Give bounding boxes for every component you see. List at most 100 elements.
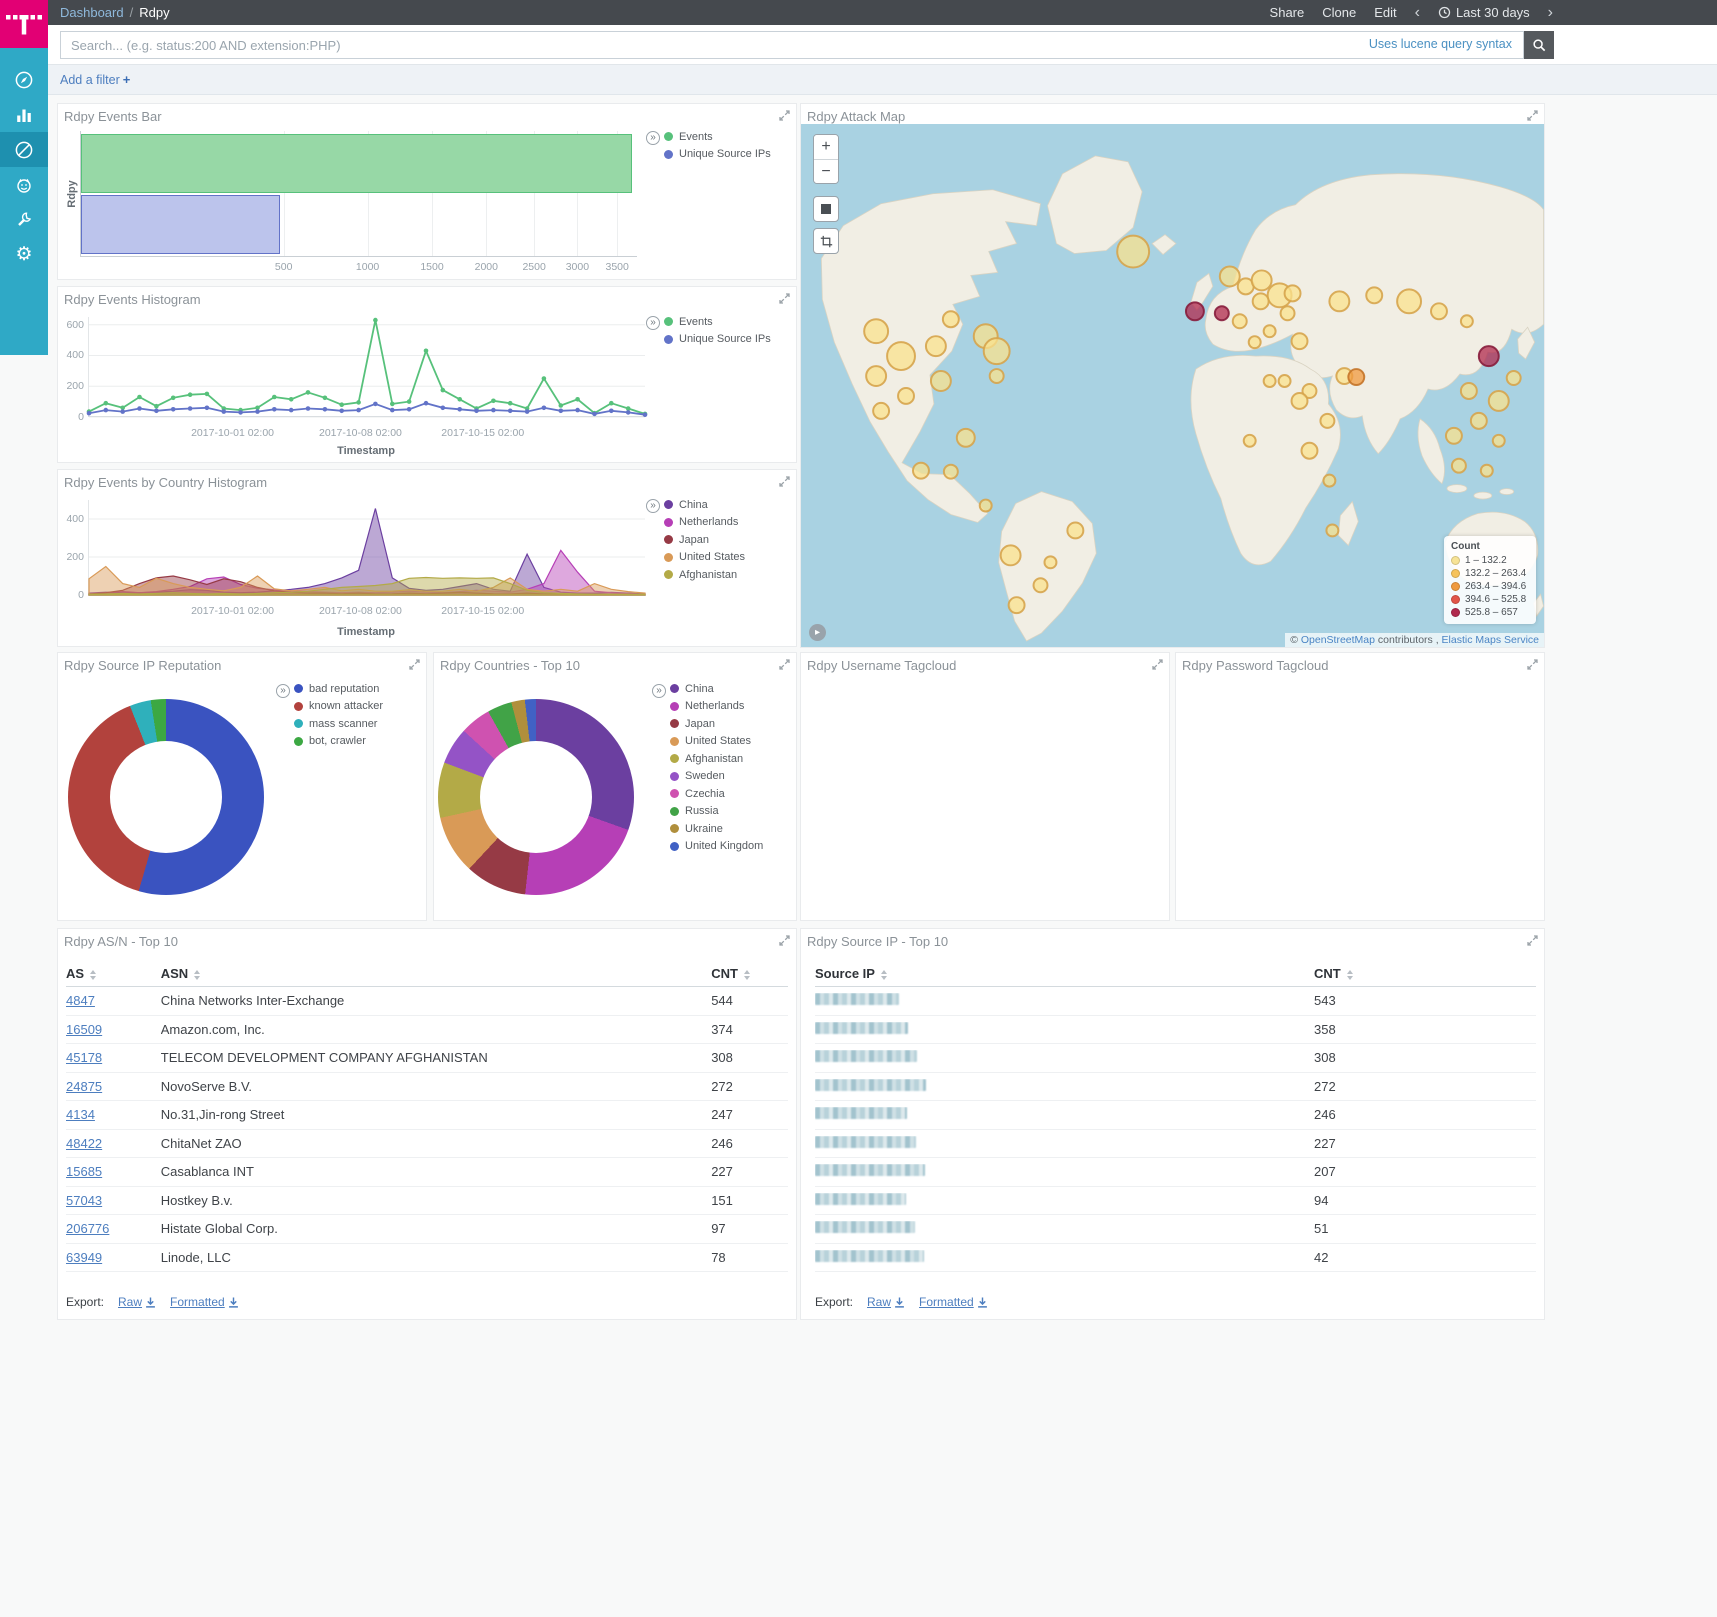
legend-item[interactable]: Russia (670, 803, 763, 821)
sort-icon[interactable] (744, 970, 750, 980)
export-formatted-link[interactable]: Formatted (919, 1295, 988, 1309)
expand-icon[interactable] (1152, 659, 1163, 670)
legend-item[interactable]: Unique Source IPs (664, 146, 771, 164)
attack-point[interactable] (1329, 291, 1349, 311)
attack-point[interactable] (873, 403, 889, 419)
export-formatted-link[interactable]: Formatted (170, 1295, 239, 1309)
legend-toggle[interactable] (646, 499, 660, 513)
attack-point[interactable] (1001, 545, 1021, 565)
sort-icon[interactable] (194, 970, 200, 980)
legend-item[interactable]: mass scanner (294, 715, 383, 733)
column-header-cnt[interactable]: CNT (711, 966, 788, 981)
elastic-maps-link[interactable]: Elastic Maps Service (1442, 634, 1539, 646)
attack-point[interactable] (1323, 475, 1335, 487)
as-number-link[interactable]: 206776 (66, 1221, 109, 1236)
attack-point[interactable] (866, 366, 886, 386)
legend-toggle[interactable] (646, 316, 660, 330)
time-picker[interactable]: Last 30 days (1438, 5, 1530, 20)
attack-point[interactable] (1009, 597, 1025, 613)
attack-point[interactable] (1264, 325, 1276, 337)
expand-icon[interactable] (779, 935, 790, 946)
sort-icon[interactable] (90, 970, 96, 980)
column-header-sourceip[interactable]: Source IP (815, 966, 1314, 981)
reputation-donut-chart[interactable] (68, 699, 264, 895)
sidebar-item-management[interactable]: ⚙ (0, 237, 48, 272)
legend-item[interactable]: Netherlands (670, 698, 763, 716)
as-number-link[interactable]: 48422 (66, 1136, 102, 1151)
legend-item[interactable]: United States (664, 549, 745, 567)
map-attribution-toggle[interactable]: ▸ (809, 624, 826, 641)
attack-point[interactable] (1034, 578, 1048, 592)
legend-item[interactable]: China (670, 680, 763, 698)
legend-item[interactable]: Czechia (670, 785, 763, 803)
attack-point[interactable] (980, 500, 992, 512)
time-forward-arrow[interactable]: › (1548, 0, 1553, 25)
attack-point[interactable] (1461, 315, 1473, 327)
legend-item[interactable]: Events (664, 313, 771, 331)
legend-item[interactable]: Afghanistan (670, 750, 763, 768)
bar-unique-source-ips[interactable] (81, 195, 280, 254)
legend-item[interactable]: Japan (670, 715, 763, 733)
attack-point[interactable] (1044, 556, 1056, 568)
attack-point[interactable] (1233, 314, 1247, 328)
as-number-link[interactable]: 4134 (66, 1107, 95, 1122)
sidebar-item-timelion[interactable] (0, 167, 48, 202)
attack-point[interactable] (1285, 285, 1301, 301)
legend-item[interactable]: Unique Source IPs (664, 331, 771, 349)
legend-item[interactable]: Ukraine (670, 820, 763, 838)
expand-icon[interactable] (779, 110, 790, 121)
attack-point[interactable] (1479, 346, 1499, 366)
legend-toggle[interactable] (646, 131, 660, 145)
search-button[interactable] (1524, 31, 1554, 59)
attack-point[interactable] (887, 342, 915, 370)
clone-button[interactable]: Clone (1322, 5, 1356, 20)
attack-point[interactable] (1244, 435, 1256, 447)
sidebar-item-dashboard[interactable] (0, 132, 48, 167)
sort-icon[interactable] (1347, 970, 1353, 980)
sidebar-item-visualize[interactable] (0, 97, 48, 132)
sort-icon[interactable] (881, 970, 887, 980)
expand-icon[interactable] (779, 476, 790, 487)
column-header-asn[interactable]: ASN (161, 966, 711, 981)
zoom-in-button[interactable]: + (814, 135, 838, 159)
attack-point[interactable] (943, 311, 959, 327)
attack-point[interactable] (1264, 375, 1276, 387)
zoom-out-button[interactable]: − (814, 159, 838, 183)
legend-item[interactable]: United States (670, 733, 763, 751)
breadcrumb-dashboard-link[interactable]: Dashboard (60, 5, 124, 20)
column-header-as[interactable]: AS (66, 966, 161, 981)
attack-point[interactable] (1431, 303, 1447, 319)
time-back-arrow[interactable]: ‹ (1415, 0, 1420, 25)
attack-point[interactable] (1292, 393, 1308, 409)
expand-icon[interactable] (409, 659, 420, 670)
as-number-link[interactable]: 16509 (66, 1022, 102, 1037)
countries-donut-chart[interactable] (438, 699, 634, 895)
world-map[interactable]: + − Count 1 – 132.2132.2 – 263.4263.4 – … (801, 124, 1544, 647)
add-filter-link[interactable]: Add a filter+ (60, 72, 130, 87)
legend-toggle[interactable] (652, 684, 666, 698)
as-number-link[interactable]: 57043 (66, 1193, 102, 1208)
expand-icon[interactable] (1527, 935, 1538, 946)
legend-item[interactable]: United Kingdom (670, 838, 763, 856)
attack-point[interactable] (1507, 371, 1521, 385)
sidebar-item-dev-tools[interactable] (0, 202, 48, 237)
attack-point[interactable] (1249, 336, 1261, 348)
legend-item[interactable]: Netherlands (664, 514, 745, 532)
attack-point[interactable] (1489, 391, 1509, 411)
attack-point[interactable] (1348, 369, 1364, 385)
expand-icon[interactable] (779, 293, 790, 304)
as-number-link[interactable]: 4847 (66, 993, 95, 1008)
attack-point[interactable] (1067, 522, 1083, 538)
expand-icon[interactable] (1527, 110, 1538, 121)
attack-point[interactable] (913, 463, 929, 479)
attack-point[interactable] (931, 371, 951, 391)
attack-point[interactable] (1220, 266, 1240, 286)
attack-point[interactable] (864, 319, 888, 343)
expand-icon[interactable] (779, 659, 790, 670)
sidebar-item-discover[interactable] (0, 62, 48, 97)
legend-item[interactable]: China (664, 496, 745, 514)
column-header-cnt[interactable]: CNT (1314, 966, 1524, 981)
attack-point[interactable] (957, 429, 975, 447)
as-number-link[interactable]: 15685 (66, 1164, 102, 1179)
openstreetmap-link[interactable]: OpenStreetMap (1301, 634, 1375, 646)
